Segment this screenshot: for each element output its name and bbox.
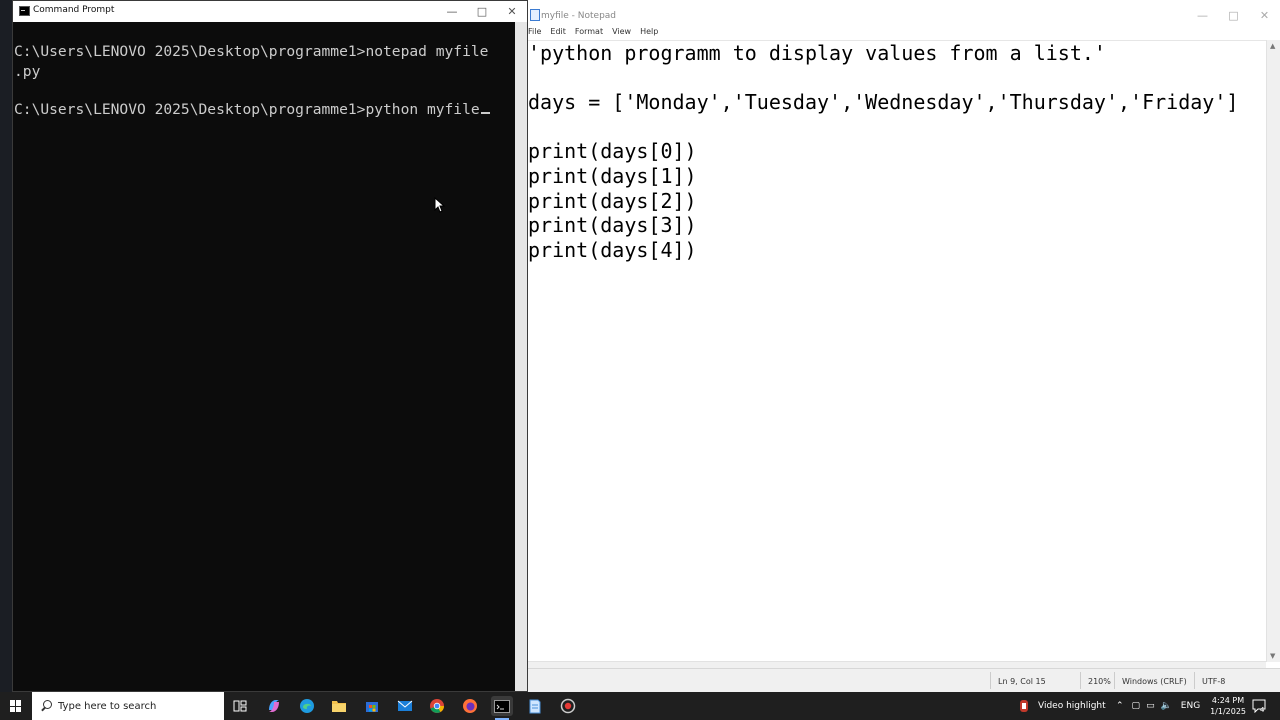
- search-icon: [40, 698, 56, 714]
- system-tray-icons: ⌃ ▢ ▭ 🔈 ENG: [1116, 692, 1200, 720]
- command-prompt-window[interactable]: Command Prompt — □ ✕ C:\Users\LENOVO 202…: [12, 0, 528, 692]
- text-line: print(days[3]): [528, 213, 697, 237]
- notepad-window-title: myfile - Notepad: [541, 11, 617, 21]
- meet-icon[interactable]: ▢: [1132, 701, 1141, 711]
- text-line: print(days[2]): [528, 189, 697, 213]
- menu-view[interactable]: View: [610, 27, 638, 40]
- console-line-current: C:\Users\LENOVO 2025\Desktop\programme1>…: [14, 100, 515, 120]
- maximize-icon[interactable]: □: [467, 1, 497, 22]
- minimize-icon[interactable]: —: [1187, 0, 1218, 30]
- cmd-titlebar[interactable]: Command Prompt — □ ✕: [13, 1, 527, 22]
- firefox-icon[interactable]: [459, 696, 481, 716]
- notifications-button[interactable]: 4: [1252, 692, 1266, 720]
- file-explorer-icon[interactable]: [328, 696, 350, 716]
- text-line: print(days[4]): [528, 238, 697, 262]
- notepad-statusbar: Ln 9, Col 15 210% Windows (CRLF) UTF-8: [528, 668, 1280, 692]
- chrome-icon[interactable]: [426, 696, 448, 716]
- edge-icon[interactable]: [296, 696, 318, 716]
- clock[interactable]: 4:24 PM 1/1/2025: [1210, 695, 1246, 717]
- volume-icon[interactable]: 🔈: [1161, 701, 1172, 711]
- console-line: C:\Users\LENOVO 2025\Desktop\programme1>…: [14, 43, 489, 60]
- chevron-up-icon[interactable]: ⌃: [1116, 701, 1124, 711]
- start-button[interactable]: [0, 692, 32, 720]
- line-ending: Windows (CRLF): [1122, 677, 1187, 686]
- menu-edit[interactable]: Edit: [548, 27, 573, 40]
- close-icon[interactable]: ✕: [497, 1, 527, 22]
- desktop-item-fragment: [2, 16, 12, 30]
- menu-file[interactable]: File: [528, 27, 548, 40]
- desktop: Command Prompt — □ ✕ C:\Users\LENOVO 202…: [0, 0, 1280, 692]
- text-line: 'python programm to display values from …: [528, 41, 1106, 65]
- notepad-text-area[interactable]: 'python programm to display values from …: [528, 40, 1266, 662]
- scroll-down-icon[interactable]: ▼: [1270, 652, 1275, 660]
- taskbar-search-box[interactable]: Type here to search: [32, 692, 224, 720]
- notepad-vertical-scrollbar[interactable]: ▲ ▼: [1266, 40, 1280, 662]
- video-highlight-tray[interactable]: Video highlight: [1019, 692, 1106, 720]
- command-prompt-taskbar-icon[interactable]: [491, 696, 513, 720]
- search-placeholder: Type here to search: [58, 700, 157, 712]
- notification-count: 4: [1260, 706, 1265, 714]
- notepad-menubar: File Edit Format View Help: [528, 27, 665, 40]
- clock-time: 4:24 PM: [1211, 696, 1245, 705]
- cursor-position: Ln 9, Col 15: [998, 677, 1046, 686]
- text-line: print(days[0]): [528, 139, 697, 163]
- notepad-window[interactable]: myfile - Notepad — □ ✕ File Edit Format …: [528, 0, 1280, 692]
- windows-logo-icon: [10, 700, 22, 712]
- maximize-icon[interactable]: □: [1218, 0, 1249, 30]
- close-icon[interactable]: ✕: [1249, 0, 1280, 30]
- cmd-console[interactable]: C:\Users\LENOVO 2025\Desktop\programme1>…: [13, 22, 515, 691]
- cmd-window-title: Command Prompt: [33, 5, 115, 15]
- console-line: .py: [14, 63, 41, 80]
- tray-label: Video highlight: [1038, 701, 1106, 711]
- console-prompt: C:\Users\LENOVO 2025\Desktop\programme1>…: [14, 101, 480, 118]
- text-cursor: [480, 112, 490, 114]
- notepad-window-controls: — □ ✕: [1187, 0, 1280, 22]
- task-view-icon[interactable]: [229, 696, 251, 716]
- taskbar: Type here to search Video highlight ⌃ ▢ …: [0, 692, 1280, 720]
- text-line: days = ['Monday','Tuesday','Wednesday','…: [528, 90, 1239, 114]
- nvidia-icon: [1020, 700, 1028, 712]
- mail-icon[interactable]: [394, 696, 416, 716]
- store-icon[interactable]: [361, 696, 383, 716]
- notepad-icon: [530, 9, 540, 21]
- recorder-icon[interactable]: [557, 696, 579, 716]
- scroll-up-icon[interactable]: ▲: [1270, 42, 1275, 50]
- copilot-icon[interactable]: [263, 696, 285, 716]
- cmd-window-controls: — □ ✕: [437, 1, 527, 22]
- menu-help[interactable]: Help: [638, 27, 665, 40]
- command-prompt-icon: [19, 6, 30, 16]
- menu-format[interactable]: Format: [573, 27, 610, 40]
- network-icon[interactable]: ▭: [1146, 701, 1155, 711]
- zoom-level: 210%: [1088, 677, 1111, 686]
- notepad-titlebar[interactable]: myfile - Notepad — □ ✕: [528, 0, 1280, 28]
- minimize-icon[interactable]: —: [437, 1, 467, 22]
- text-line: print(days[1]): [528, 164, 697, 188]
- encoding: UTF-8: [1202, 677, 1226, 686]
- clock-date: 1/1/2025: [1210, 707, 1246, 716]
- cmd-scrollbar[interactable]: [515, 22, 527, 691]
- notepad-taskbar-icon[interactable]: [524, 696, 546, 716]
- mouse-pointer-icon: [434, 197, 446, 213]
- language-indicator[interactable]: ENG: [1181, 701, 1200, 711]
